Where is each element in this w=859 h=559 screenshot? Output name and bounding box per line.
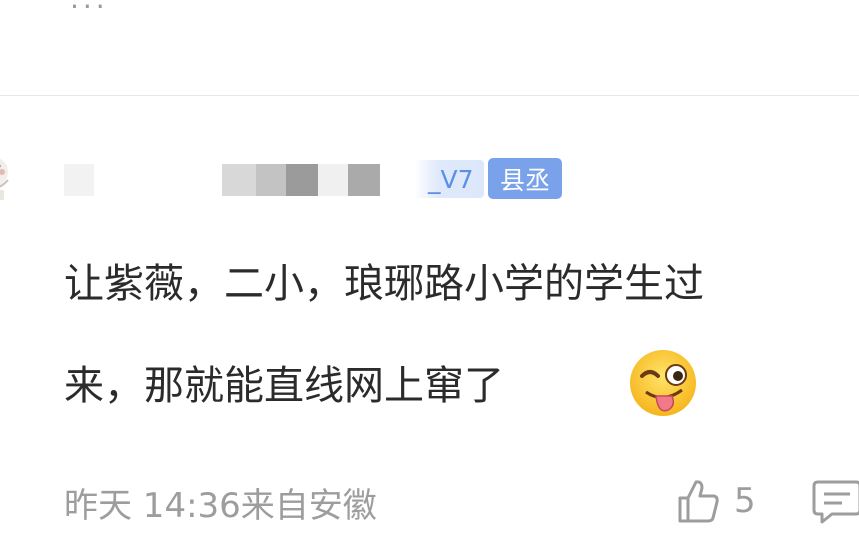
like-count: 5 — [734, 481, 756, 521]
user-title-badge: 县丞 — [488, 158, 563, 199]
username-redacted[interactable] — [64, 158, 398, 198]
previous-comment-meta: ... — [70, 0, 109, 15]
comment-text: 让紫薇，二小，琅琊路小学的学生过 来，那就能直线网上窜了 — [64, 233, 859, 437]
thumbs-up-icon — [678, 480, 719, 523]
comment-divider — [0, 95, 859, 96]
winking-tongue-emoji-icon — [630, 350, 696, 416]
comment-meta: 昨天 14:36来自安徽 — [64, 478, 377, 527]
reply-comment-icon[interactable] — [812, 476, 859, 526]
avatar[interactable] — [0, 150, 12, 202]
timestamp: 昨天 14:36 — [64, 486, 241, 526]
location: 来自安徽 — [240, 486, 377, 526]
comment-text-line2: 来，那就能直线网上窜了 — [64, 363, 504, 409]
user-level-badge: _V7 — [414, 160, 484, 198]
comment-text-line1: 让紫薇，二小，琅琊路小学的学生过 — [64, 261, 704, 307]
like-button[interactable]: 5 — [676, 478, 756, 524]
